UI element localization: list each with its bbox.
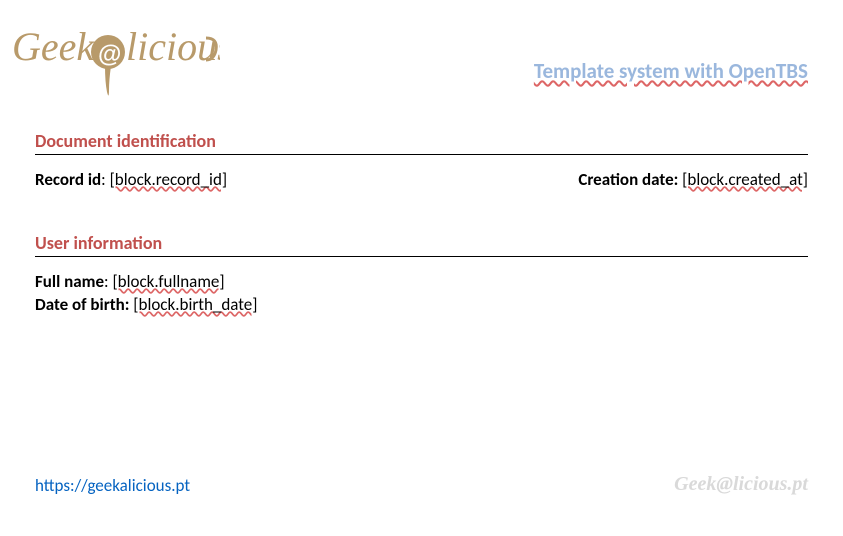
fullname-value: [block.fullname] — [112, 271, 224, 292]
record-id-field: Record id: [block.record_id] — [35, 169, 227, 190]
document-title: Template system with OpenTBS — [534, 58, 808, 84]
svg-text:@: @ — [98, 41, 121, 68]
svg-text:licious: licious — [126, 24, 220, 69]
title-container: Template system with OpenTBS — [220, 10, 813, 84]
footer: https://geekalicious.pt Geek@licious.pt — [35, 473, 808, 496]
header: Geek @ licious Template system with Open… — [0, 0, 843, 100]
footer-link[interactable]: https://geekalicious.pt — [35, 475, 190, 496]
watermark: Geek@licious.pt — [674, 473, 808, 496]
dob-value: [block.birth_date] — [133, 294, 257, 315]
section-heading-doc-id: Document identification — [35, 130, 808, 155]
logo: Geek @ licious — [10, 10, 220, 100]
fullname-row: Full name: [block.fullname] — [35, 271, 808, 292]
record-id-label: Record id — [35, 169, 101, 190]
record-id-value: [block.record_id] — [110, 169, 228, 190]
dob-field: Date of birth: [block.birth_date] — [35, 294, 257, 315]
dob-label: Date of birth: — [35, 294, 129, 315]
fullname-field: Full name: [block.fullname] — [35, 271, 225, 292]
creation-date-label: Creation date: — [578, 169, 678, 190]
doc-id-row: Record id: [block.record_id] Creation da… — [35, 169, 808, 190]
creation-date-field: Creation date: [block.created_at] — [578, 169, 808, 190]
section-heading-user: User information — [35, 232, 808, 257]
dob-row: Date of birth: [block.birth_date] — [35, 294, 808, 315]
creation-date-value: [block.created_at] — [682, 169, 808, 190]
content: Document identification Record id: [bloc… — [0, 100, 843, 315]
fullname-label: Full name — [35, 271, 104, 292]
svg-text:Geek: Geek — [12, 24, 95, 69]
